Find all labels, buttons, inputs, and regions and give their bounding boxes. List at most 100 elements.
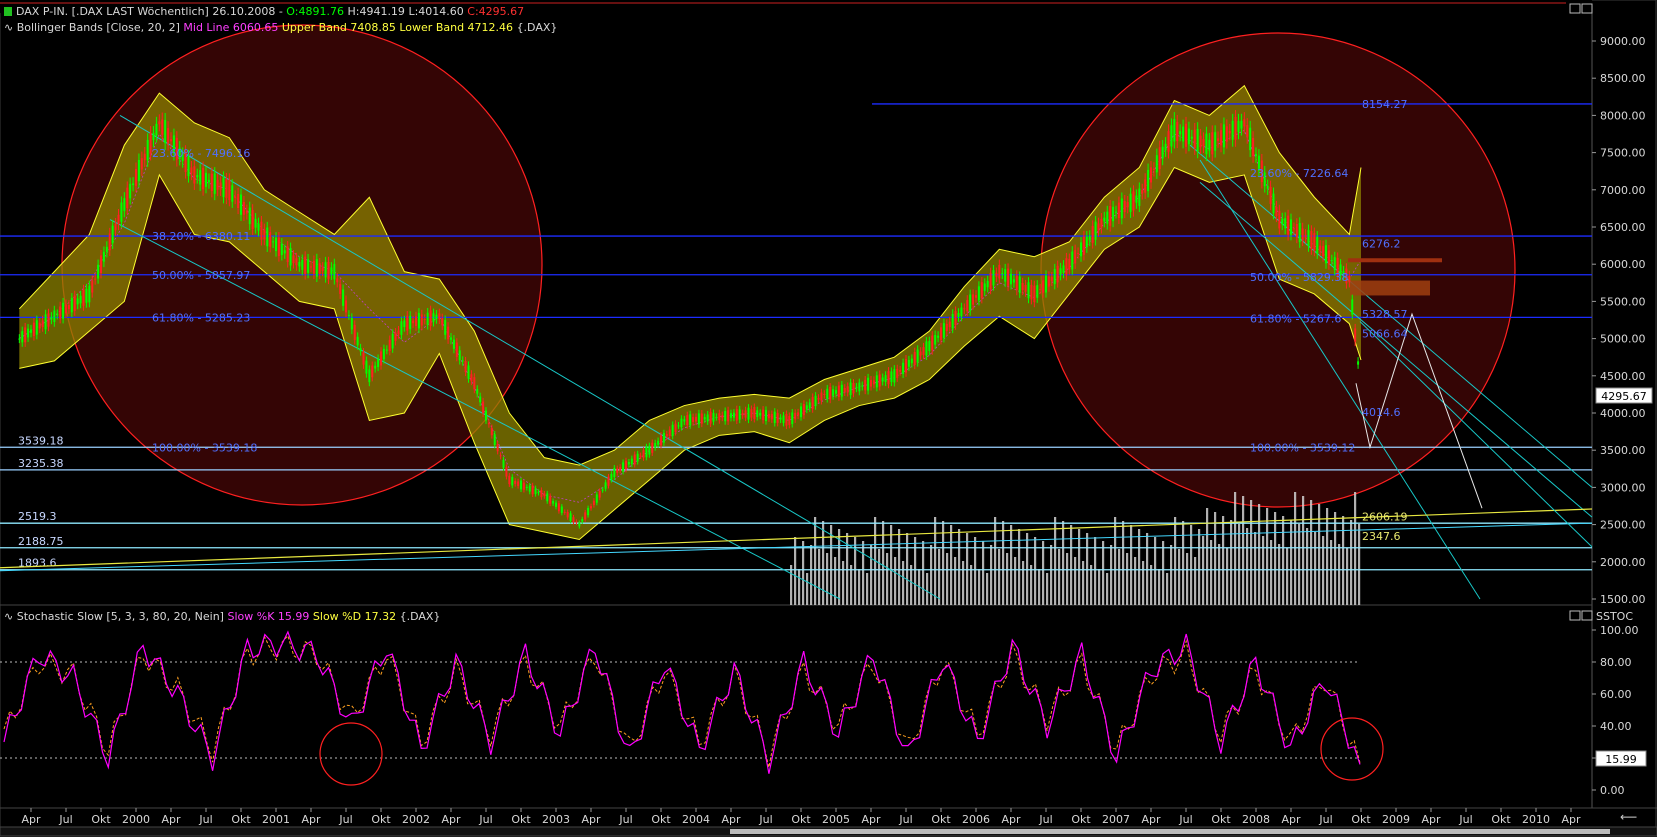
candle-body [925, 341, 928, 356]
candle-body [540, 490, 543, 498]
candle-body [1039, 288, 1042, 290]
candle-body [458, 350, 461, 361]
candle-body [44, 314, 47, 330]
candle-body [937, 335, 940, 338]
wave-icon: ∿ [4, 610, 13, 623]
candle-body [32, 322, 35, 336]
candle-body [514, 480, 517, 484]
volume-bar [1346, 548, 1349, 605]
candle-body [100, 255, 102, 274]
candle-body [1100, 218, 1103, 228]
candle-body [1109, 205, 1112, 226]
x-tick-label: Apr [1281, 813, 1301, 826]
candle-body [1196, 129, 1199, 152]
candle-body [438, 313, 441, 320]
x-tick-label: Okt [1491, 813, 1511, 826]
candle-body [1222, 124, 1225, 148]
volume-bar [926, 573, 929, 605]
annotation-label: 50.00% - 5857.97 [152, 269, 250, 282]
volume-bar [1126, 553, 1129, 605]
volume-bar [1150, 565, 1153, 605]
volume-bar [890, 525, 893, 605]
candle-body [213, 173, 216, 194]
window-controls[interactable] [1569, 3, 1593, 621]
candle-body [1091, 226, 1094, 243]
candle-body [969, 294, 972, 311]
resistance-box [1350, 280, 1430, 296]
volume-bar [962, 561, 965, 605]
candle-body [1135, 195, 1138, 203]
volume-bar [1070, 525, 1073, 605]
candle-body [975, 295, 977, 298]
candle-body [972, 294, 975, 305]
candle-body [703, 417, 706, 420]
candle-body [849, 382, 852, 396]
volume-bar [878, 549, 881, 605]
volume-bar [826, 553, 829, 605]
annotation-label: 4014.6 [1362, 406, 1401, 419]
candle-body [642, 450, 645, 458]
volume-bar [1058, 549, 1061, 605]
close-icon[interactable] [1581, 610, 1593, 621]
candle-body [581, 518, 584, 522]
candle-body [1126, 202, 1129, 208]
stoch-badge: 15.99 [1595, 750, 1647, 767]
price-badge: 4295.67 [1595, 387, 1653, 404]
candle-body [1150, 167, 1152, 183]
candle-body [706, 414, 709, 422]
candle-body [400, 321, 403, 335]
candle-body [1106, 211, 1109, 224]
scroll-arrow-icon[interactable]: ⟵ [1620, 810, 1637, 824]
candle-body [1123, 201, 1126, 213]
volume-bar [898, 529, 901, 605]
candle-body [689, 414, 692, 426]
candle-body [1182, 126, 1185, 142]
candle-body [286, 246, 289, 263]
volume-bar [910, 565, 913, 605]
candle-body [1231, 120, 1234, 140]
candle-body [1190, 136, 1193, 139]
candle-body [135, 168, 137, 186]
candle-body [913, 351, 916, 365]
candle-body [251, 210, 254, 230]
candle-body [1357, 361, 1360, 365]
x-tick-label: Apr [21, 813, 41, 826]
candle-body [555, 502, 557, 507]
volume-bar [1190, 525, 1193, 605]
volume-bar [1322, 536, 1325, 605]
open-value: 4891.76 [298, 5, 344, 18]
candle-body [496, 444, 499, 452]
candle-body [916, 349, 919, 363]
bb-symbol: {.DAX} [517, 21, 558, 34]
candle-body [1220, 130, 1222, 146]
candle-body [765, 409, 767, 422]
candle-body [38, 322, 41, 329]
volume-bar [1090, 565, 1093, 605]
candle-body [1316, 236, 1319, 254]
volume-bar [1310, 500, 1313, 605]
minimize-icon[interactable] [1569, 610, 1581, 621]
candle-body [709, 411, 712, 424]
volume-bar [1354, 492, 1357, 605]
candle-body [53, 310, 56, 323]
candle-body [639, 455, 642, 457]
candle-body [508, 475, 511, 485]
volume-bar [1014, 557, 1017, 605]
candle-body [1012, 279, 1015, 283]
candle-body [1179, 131, 1182, 135]
x-tick-label: Jul [58, 813, 72, 826]
candle-body [715, 416, 718, 418]
volume-bar [866, 573, 869, 605]
candle-body [65, 304, 67, 314]
candle-body [517, 481, 520, 486]
candle-body [1214, 132, 1217, 151]
scrollbar-thumb[interactable] [730, 829, 1610, 834]
candle-body [1199, 135, 1202, 148]
candle-body [890, 371, 893, 383]
candle-body [62, 302, 65, 319]
x-tick-label: 2001 [262, 813, 290, 826]
volume-bar [1074, 557, 1077, 605]
candle-body [802, 403, 805, 416]
candle-body [1348, 275, 1351, 283]
stoch-k: Slow %K 15.99 [227, 610, 309, 623]
